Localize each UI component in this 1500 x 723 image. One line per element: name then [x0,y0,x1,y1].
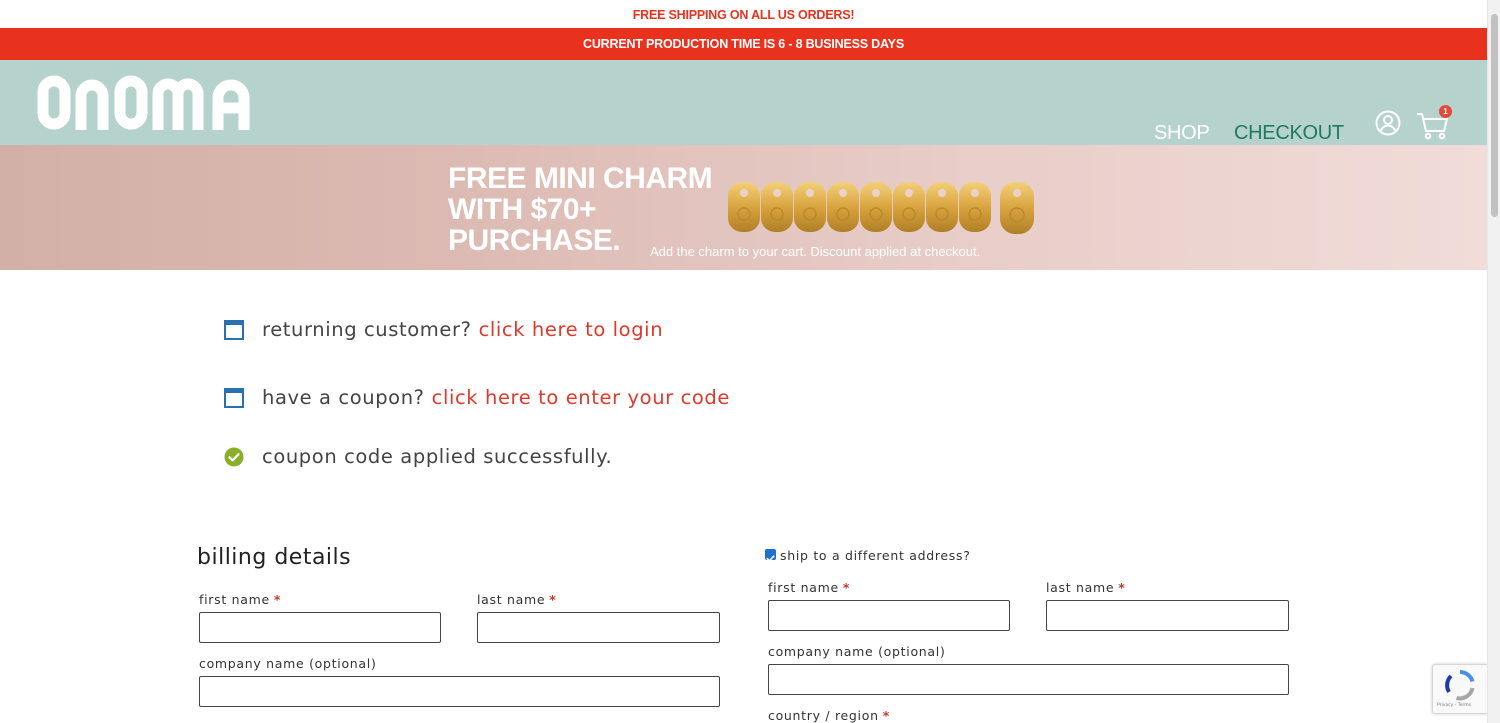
billing-details-heading: billing details [197,545,352,570]
mini-charms-image [728,182,1034,234]
billing-company-label: company name (optional) [199,656,377,671]
promo-title: FREE MINI CHARM WITH $70+ PURCHASE. [448,162,713,257]
shipping-country-label: country / region * [768,708,890,723]
recaptcha-terms[interactable]: Privacy - Terms [1437,703,1471,708]
billing-first-name-input[interactable] [199,612,441,643]
free-shipping-banner: FREE SHIPPING ON ALL US ORDERS! [0,0,1487,28]
recaptcha-badge[interactable]: Privacy - Terms [1432,664,1488,714]
ship-different-address-label[interactable]: ship to a different address? [780,548,971,563]
shipping-company-input[interactable] [768,664,1289,695]
cart-count-badge: 1 [1439,105,1452,118]
check-circle-icon [224,447,244,466]
coupon-success-message: coupon code applied successfully. [224,445,612,468]
returning-customer-text: returning customer? [262,318,472,341]
billing-first-name-label: first name * [199,592,282,607]
shipping-first-name-label: first name * [768,580,851,595]
window-icon [224,387,244,408]
billing-company-input[interactable] [199,676,720,707]
shipping-company-label: company name (optional) [768,644,946,659]
ship-different-address-checkbox[interactable] [765,549,776,562]
shipping-last-name-label: last name * [1046,580,1126,595]
billing-last-name-input[interactable] [477,612,720,643]
onoma-logo[interactable] [36,68,266,134]
promo-banner[interactable]: FREE MINI CHARM WITH $70+ PURCHASE. Add … [0,145,1487,270]
coupon-prompt-text: have a coupon? [262,386,425,409]
scrollbar-thumb[interactable] [1491,14,1498,217]
shipping-last-name-input[interactable] [1046,600,1289,631]
production-time-banner: CURRENT PRODUCTION TIME IS 6 - 8 BUSINES… [0,28,1487,60]
nav-checkout-link[interactable]: CHECKOUT [1234,122,1344,145]
login-link[interactable]: click here to login [479,318,664,341]
coupon-notice: have a coupon? click here to enter your … [224,386,730,409]
shipping-first-name-input[interactable] [768,600,1010,631]
checkmark-icon [766,555,775,562]
page-scrollbar[interactable] [1487,0,1500,723]
coupon-success-text: coupon code applied successfully. [262,445,613,468]
account-icon[interactable] [1375,110,1401,136]
enter-coupon-link[interactable]: click here to enter your code [432,386,730,409]
recaptcha-icon [1445,670,1475,701]
billing-last-name-label: last name * [477,592,557,607]
nav-shop-link[interactable]: SHOP [1154,122,1210,145]
returning-customer-notice: returning customer? click here to login [224,318,663,341]
window-icon [224,319,244,340]
promo-subtitle: Add the charm to your cart. Discount app… [650,244,981,259]
site-header: SHOP CHECKOUT [0,60,1487,145]
